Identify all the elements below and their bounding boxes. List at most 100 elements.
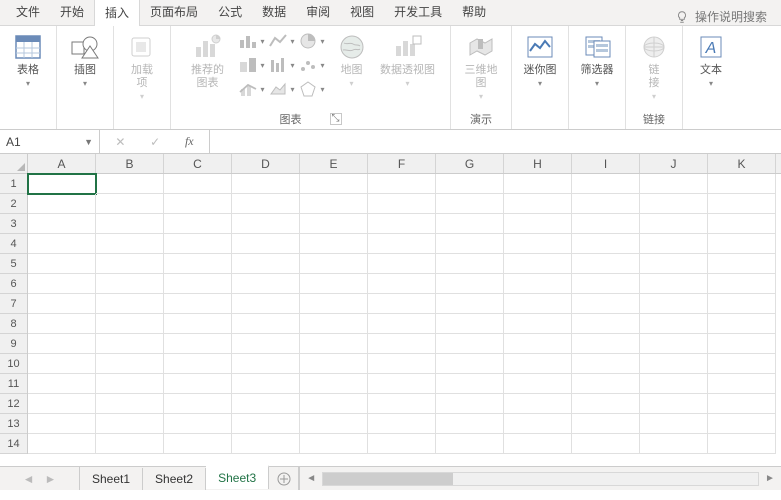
row-header[interactable]: 8: [0, 314, 27, 334]
cell[interactable]: [708, 174, 776, 194]
cell[interactable]: [640, 254, 708, 274]
cell[interactable]: [572, 294, 640, 314]
cell[interactable]: [368, 214, 436, 234]
line-chart-button[interactable]: ▾: [268, 30, 296, 52]
cell[interactable]: [368, 174, 436, 194]
cell[interactable]: [96, 314, 164, 334]
cell[interactable]: [436, 334, 504, 354]
cell[interactable]: [28, 194, 96, 214]
cancel-icon[interactable]: ✕: [115, 135, 125, 149]
cell[interactable]: [436, 274, 504, 294]
cell[interactable]: [300, 434, 368, 454]
col-header[interactable]: J: [640, 154, 708, 173]
cell[interactable]: [368, 234, 436, 254]
formula-input[interactable]: [210, 130, 781, 153]
cell[interactable]: [232, 254, 300, 274]
cell[interactable]: [504, 214, 572, 234]
cell[interactable]: [504, 254, 572, 274]
tab-pagelayout[interactable]: 页面布局: [140, 0, 208, 25]
cell[interactable]: [300, 314, 368, 334]
spreadsheet-grid[interactable]: ABCDEFGHIJK 1234567891011121314: [0, 154, 781, 466]
cell[interactable]: [164, 214, 232, 234]
scroll-right-icon[interactable]: ►: [763, 473, 777, 484]
cell[interactable]: [436, 234, 504, 254]
cell[interactable]: [368, 374, 436, 394]
scatter-chart-button[interactable]: ▾: [298, 54, 326, 76]
col-header[interactable]: I: [572, 154, 640, 173]
cell[interactable]: [504, 414, 572, 434]
tab-file[interactable]: 文件: [6, 0, 50, 25]
cell[interactable]: [300, 394, 368, 414]
cell[interactable]: [96, 214, 164, 234]
cell[interactable]: [708, 394, 776, 414]
cell[interactable]: [164, 174, 232, 194]
row-header[interactable]: 7: [0, 294, 27, 314]
cell[interactable]: [300, 194, 368, 214]
cell[interactable]: [368, 334, 436, 354]
cell[interactable]: [28, 434, 96, 454]
cell[interactable]: [164, 274, 232, 294]
cell[interactable]: [300, 254, 368, 274]
cell[interactable]: [300, 334, 368, 354]
cell[interactable]: [300, 174, 368, 194]
cell[interactable]: [504, 374, 572, 394]
cell[interactable]: [504, 354, 572, 374]
tab-formulas[interactable]: 公式: [208, 0, 252, 25]
select-all-corner[interactable]: [0, 154, 28, 174]
cell[interactable]: [640, 354, 708, 374]
tell-me-search[interactable]: 操作说明搜索: [675, 8, 781, 25]
cell[interactable]: [572, 334, 640, 354]
cell[interactable]: [96, 414, 164, 434]
cell[interactable]: [164, 234, 232, 254]
cell[interactable]: [28, 234, 96, 254]
cell[interactable]: [232, 354, 300, 374]
cell[interactable]: [640, 394, 708, 414]
cell[interactable]: [300, 414, 368, 434]
surface-chart-button[interactable]: ▾: [268, 78, 296, 100]
cell[interactable]: [28, 354, 96, 374]
cell[interactable]: [164, 254, 232, 274]
cell[interactable]: [164, 334, 232, 354]
hierarchy-chart-button[interactable]: ▾: [238, 54, 266, 76]
column-headers[interactable]: ABCDEFGHIJK: [28, 154, 781, 174]
cell[interactable]: [572, 194, 640, 214]
cell[interactable]: [436, 194, 504, 214]
cell[interactable]: [504, 174, 572, 194]
cell[interactable]: [436, 394, 504, 414]
cell[interactable]: [368, 354, 436, 374]
cell[interactable]: [28, 374, 96, 394]
cell[interactable]: [640, 194, 708, 214]
cell[interactable]: [708, 274, 776, 294]
cell[interactable]: [708, 374, 776, 394]
cell[interactable]: [504, 234, 572, 254]
cell[interactable]: [708, 294, 776, 314]
3d-map-button[interactable]: 三维地 图 ▾: [457, 30, 505, 101]
tab-help[interactable]: 帮助: [452, 0, 496, 25]
cell[interactable]: [708, 354, 776, 374]
cell[interactable]: [96, 234, 164, 254]
cell[interactable]: [96, 294, 164, 314]
cell[interactable]: [708, 194, 776, 214]
cell[interactable]: [232, 214, 300, 234]
cell[interactable]: [504, 194, 572, 214]
cell[interactable]: [368, 394, 436, 414]
col-header[interactable]: G: [436, 154, 504, 173]
addins-button[interactable]: 加载 项 ▾: [120, 30, 164, 101]
cell[interactable]: [28, 174, 96, 194]
tab-insert[interactable]: 插入: [94, 0, 140, 26]
cell[interactable]: [368, 434, 436, 454]
tab-data[interactable]: 数据: [252, 0, 296, 25]
cell[interactable]: [232, 434, 300, 454]
col-header[interactable]: D: [232, 154, 300, 173]
cell[interactable]: [572, 394, 640, 414]
cell[interactable]: [504, 434, 572, 454]
sheet-tab-1[interactable]: Sheet1: [80, 468, 143, 490]
cell[interactable]: [708, 434, 776, 454]
cell[interactable]: [28, 214, 96, 234]
column-chart-button[interactable]: ▾: [238, 30, 266, 52]
cell[interactable]: [232, 374, 300, 394]
row-header[interactable]: 13: [0, 414, 27, 434]
cell[interactable]: [96, 174, 164, 194]
cell[interactable]: [368, 414, 436, 434]
hyperlink-button[interactable]: 链 接 ▾: [632, 30, 676, 101]
